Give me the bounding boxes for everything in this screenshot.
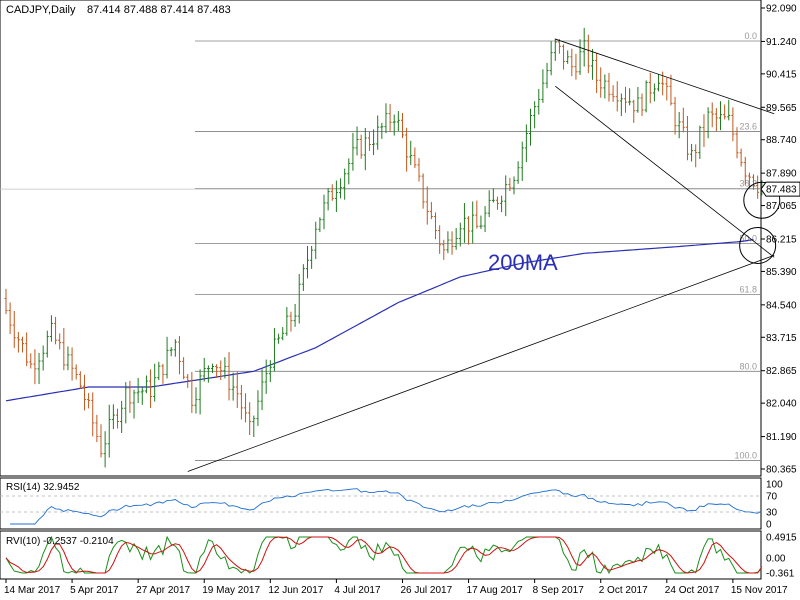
fib-label: 61.8: [739, 285, 757, 295]
symbol-label: CADJPY,Daily: [6, 4, 76, 16]
date-axis: 14 Mar 2017 5 Apr 2017 27 Apr 2017 19 May 2…: [4, 579, 788, 596]
rvi-tick-label: -0.361: [766, 569, 795, 580]
date-tick-label: 17 Aug 2017: [467, 585, 524, 596]
date-tick-label: 26 Jul 2017: [400, 585, 452, 596]
rvi-tick-label: 0.4915: [766, 533, 797, 544]
trading-chart[interactable]: 0.023.638.250.061.880.0100.0 CADJPY,Dail…: [0, 0, 800, 600]
price-tick-label: 80.365: [766, 465, 797, 476]
rvi-axis: 0.4915 0.00 -0.361: [766, 533, 797, 580]
price-tick-label: 92.090: [766, 4, 797, 15]
price-axis: 92.090 91.240 90.415 89.565 88.740 87.890 87.0…: [761, 4, 797, 476]
price-tick-label: 91.240: [766, 37, 797, 48]
price-tick-label: 82.040: [766, 399, 797, 410]
date-tick-label: 2 Oct 2017: [599, 585, 648, 596]
price-tick-label: 87.065: [766, 201, 797, 212]
date-tick-label: 27 Apr 2017: [136, 585, 190, 596]
fib-label: 80.0: [739, 361, 757, 371]
ma-annotation: 200MA: [488, 250, 558, 275]
rsi-tick-label: 100: [766, 480, 783, 491]
price-tick-label: 81.190: [766, 432, 797, 443]
price-tick-label: 84.540: [766, 300, 797, 311]
rsi-axis: 10070 300: [766, 480, 783, 531]
date-tick-label: 4 Jul 2017: [334, 585, 381, 596]
date-tick-label: 14 Mar 2017: [4, 585, 61, 596]
date-tick-label: 8 Sep 2017: [533, 585, 585, 596]
price-tick-label: 89.565: [766, 103, 797, 114]
rvi-tick-label: 0.00: [766, 553, 786, 564]
rsi-label: RSI(14) 32.9452: [6, 482, 80, 493]
fib-label: 0.0: [744, 31, 757, 41]
rsi-tick-label: 30: [766, 508, 778, 519]
price-tick-label: 85.390: [766, 267, 797, 278]
price-tick-label: 88.740: [766, 135, 797, 146]
current-price-tag: 87.483: [760, 181, 800, 197]
rvi-panel[interactable]: [0, 530, 762, 580]
price-tick-label: 86.215: [766, 234, 797, 245]
price-tick-label: 82.865: [766, 366, 797, 377]
fib-label: 23.6: [739, 121, 757, 131]
price-tag-text: 87.483: [766, 185, 797, 196]
price-tick-label: 90.415: [766, 69, 797, 80]
date-tick-label: 19 May 2017: [202, 585, 260, 596]
rsi-panel[interactable]: [0, 477, 762, 530]
rsi-tick-label: 0: [766, 520, 772, 531]
date-tick-label: 12 Jun 2017: [268, 585, 323, 596]
fib-label: 100.0: [734, 451, 757, 461]
rvi-label: RVI(10) -0.2537 -0.2104: [6, 536, 114, 547]
date-tick-label: 5 Apr 2017: [70, 585, 119, 596]
date-tick-label: 15 Nov 2017: [731, 585, 788, 596]
price-tick-label: 87.890: [766, 169, 797, 180]
price-panel[interactable]: [0, 0, 762, 477]
rsi-tick-label: 70: [766, 492, 778, 503]
date-tick-label: 24 Oct 2017: [665, 585, 720, 596]
ohlc-header: 87.414 87.488 87.414 87.483: [87, 4, 231, 16]
price-tick-label: 83.715: [766, 333, 797, 344]
